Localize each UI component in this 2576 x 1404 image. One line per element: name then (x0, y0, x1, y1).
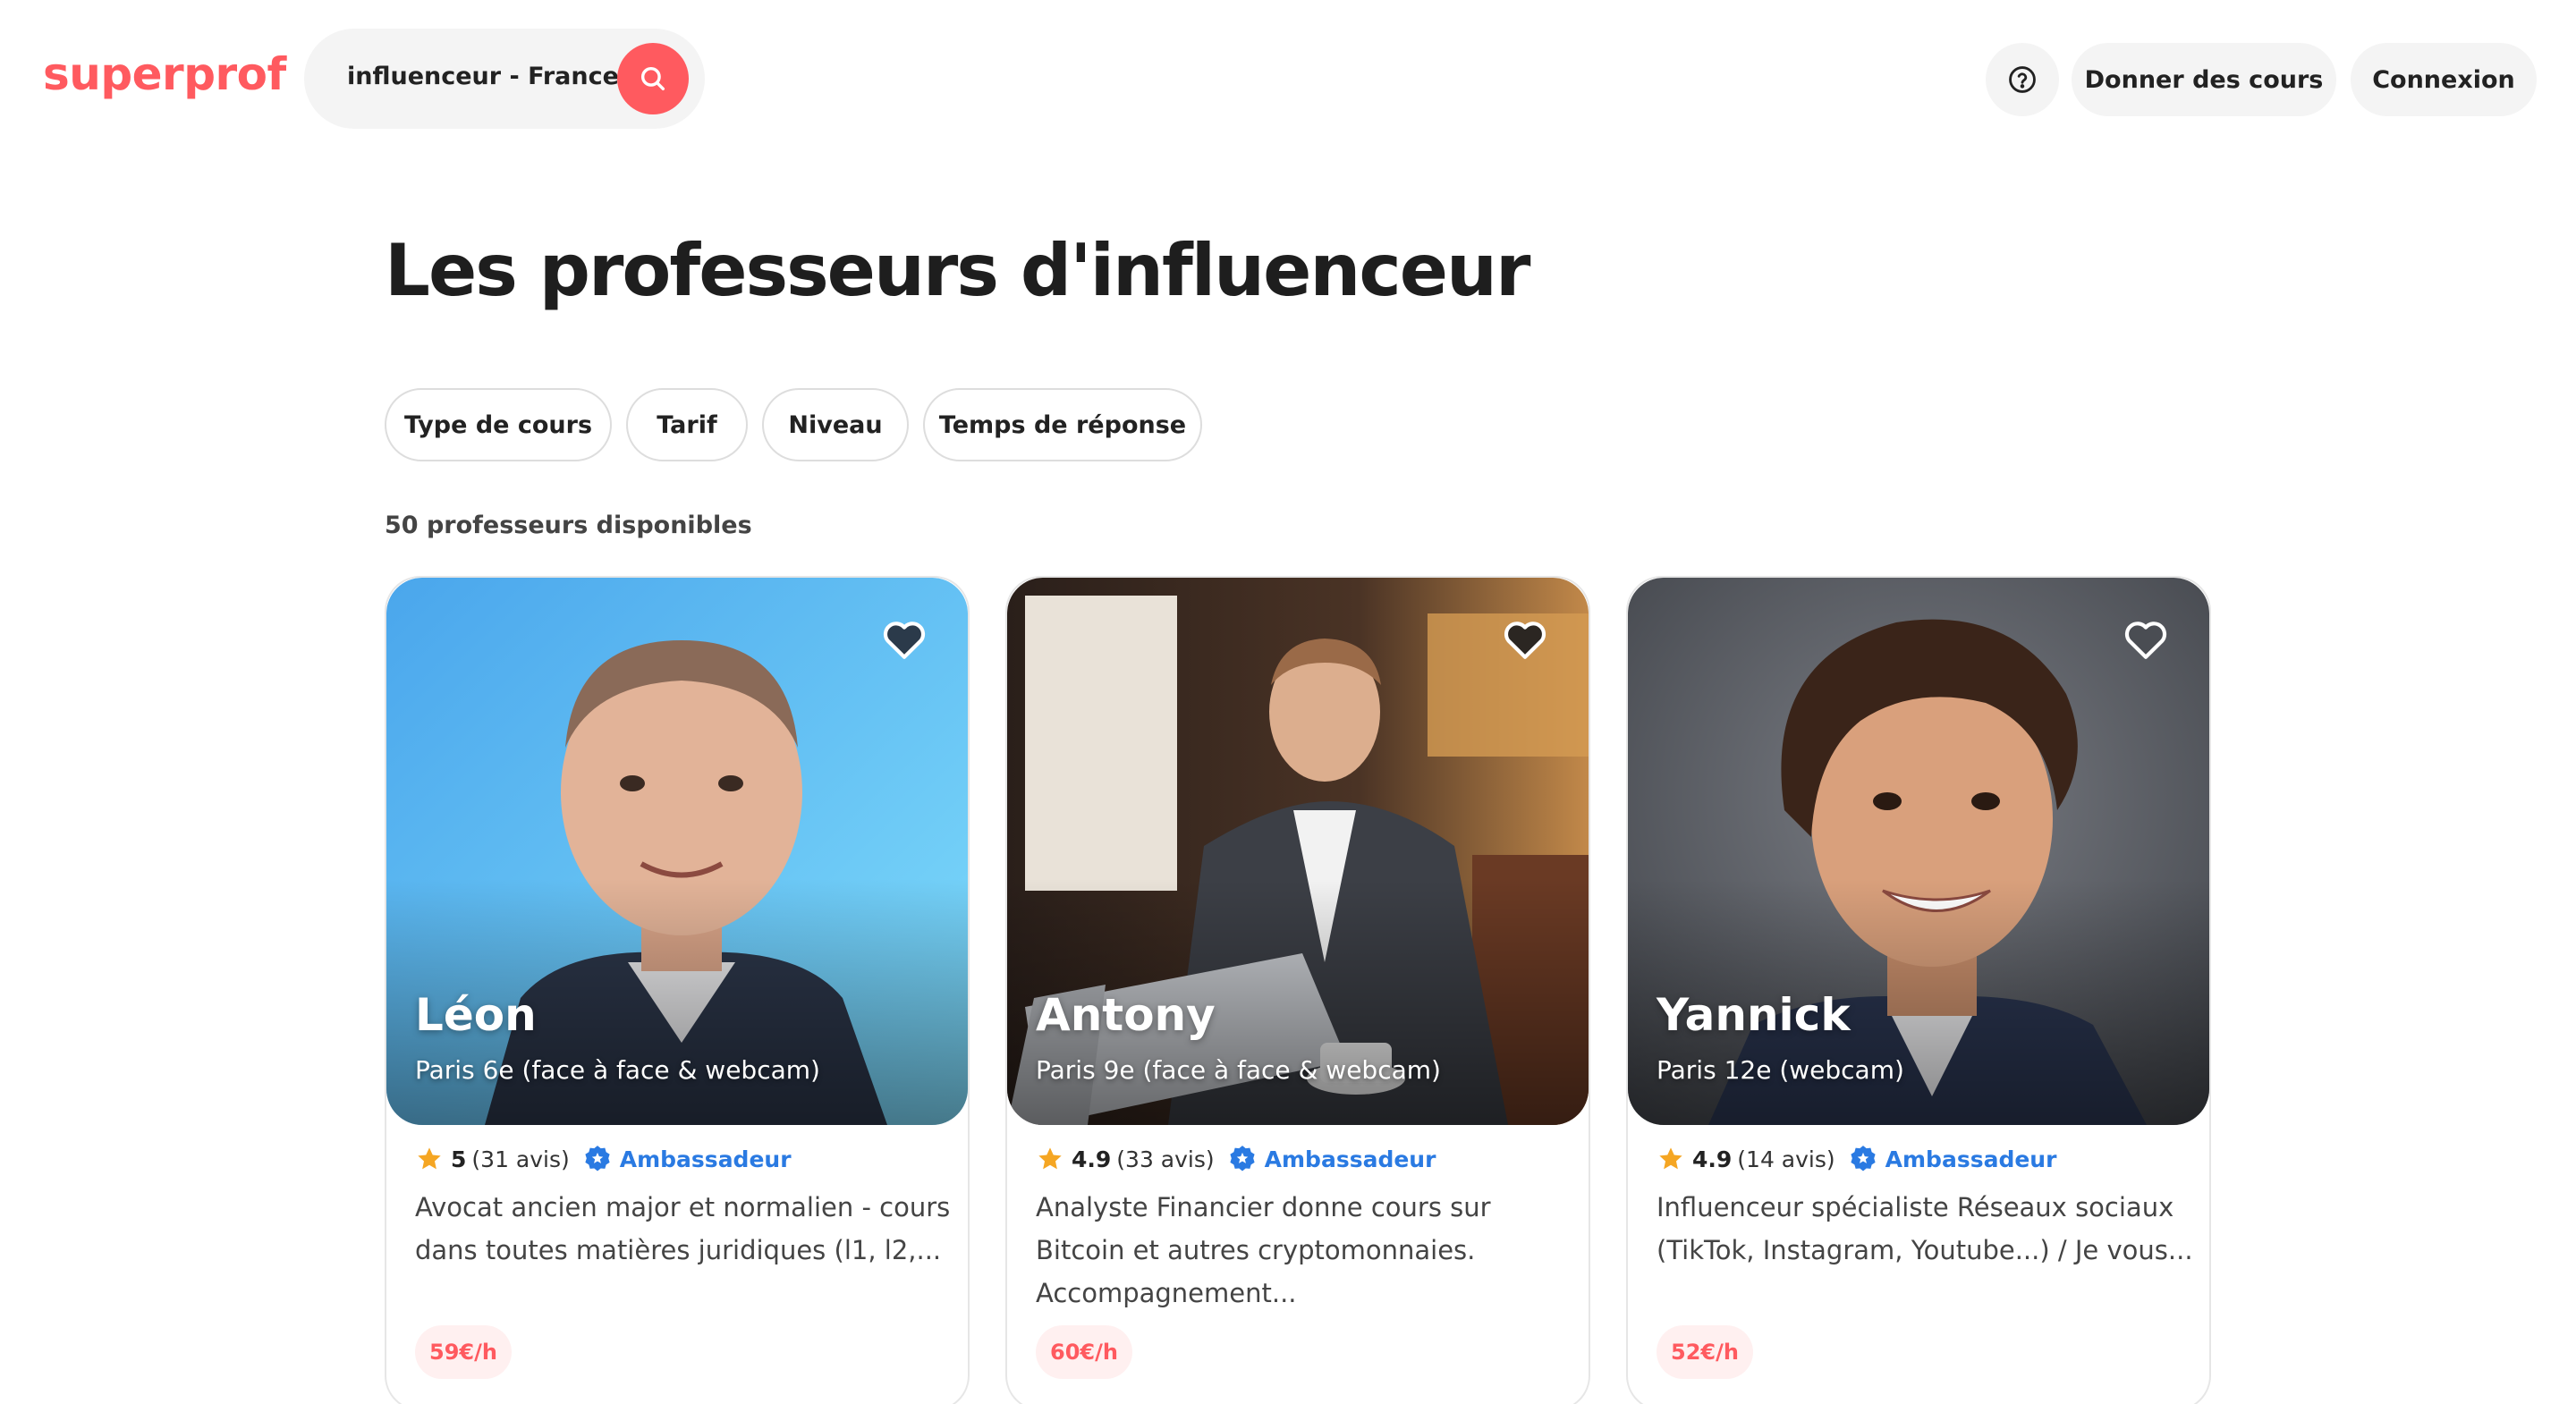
favorite-heart-icon[interactable] (1503, 619, 1547, 660)
review-count: (31 avis) (471, 1146, 570, 1172)
filter-course-type[interactable]: Type de cours (385, 388, 612, 461)
star-icon (1038, 1147, 1062, 1170)
teacher-location: Paris 6e (face à face & webcam) (415, 1055, 820, 1085)
teacher-card[interactable]: Léon Paris 6e (face à face & webcam) 5 (… (385, 576, 970, 1404)
teacher-photo: Yannick Paris 12e (webcam) (1628, 578, 2209, 1125)
page-title: Les professeurs d'influenceur (385, 229, 1530, 312)
ambassador-badge-icon (1230, 1146, 1255, 1171)
star-icon (418, 1147, 441, 1170)
teacher-name: Yannick (1657, 989, 1851, 1041)
review-count: (33 avis) (1116, 1146, 1215, 1172)
teacher-photo: Antony Paris 9e (face à face & webcam) (1007, 578, 1589, 1125)
search-input[interactable]: influenceur - France (347, 63, 619, 90)
search-bar[interactable]: influenceur - France (304, 29, 705, 129)
give-lessons-button[interactable]: Donner des cours (2072, 43, 2336, 116)
filter-price[interactable]: Tarif (626, 388, 748, 461)
price-tag: 52€/h (1657, 1325, 1753, 1379)
teacher-card[interactable]: Yannick Paris 12e (webcam) 4.9 (14 avis)… (1626, 576, 2211, 1404)
teacher-description: Analyste Financier donne cours sur Bitco… (1036, 1192, 1491, 1308)
search-button[interactable] (617, 43, 689, 114)
rating-row: 4.9 (14 avis) Ambassadeur (1657, 1141, 2056, 1177)
rating-score: 4.9 (1692, 1146, 1733, 1172)
favorite-heart-icon[interactable] (882, 619, 927, 660)
price-tag: 60€/h (1036, 1325, 1132, 1379)
review-count: (14 avis) (1737, 1146, 1835, 1172)
teacher-location: Paris 9e (face à face & webcam) (1036, 1055, 1441, 1085)
question-circle-icon (2009, 66, 2036, 93)
teacher-description: Influenceur spécialiste Réseaux sociaux … (1657, 1192, 2193, 1265)
rating-score: 4.9 (1072, 1146, 1112, 1172)
star-icon (1659, 1147, 1682, 1170)
superprof-logo[interactable]: superprof (43, 48, 286, 100)
teacher-location: Paris 12e (webcam) (1657, 1055, 1904, 1085)
ambassador-badge: Ambassadeur (1264, 1146, 1436, 1172)
rating-row: 4.9 (33 avis) Ambassadeur (1036, 1141, 1436, 1177)
ambassador-badge-icon (585, 1146, 610, 1171)
teacher-name: Léon (415, 989, 537, 1041)
help-button[interactable] (1986, 43, 2059, 116)
ambassador-badge-icon (1851, 1146, 1876, 1171)
teacher-card[interactable]: Antony Paris 9e (face à face & webcam) 4… (1005, 576, 1590, 1404)
teacher-description: Avocat ancien major et normalien - cours… (415, 1192, 951, 1265)
filter-level[interactable]: Niveau (762, 388, 909, 461)
search-icon (640, 66, 665, 91)
ambassador-badge: Ambassadeur (619, 1146, 792, 1172)
teacher-name: Antony (1036, 989, 1216, 1041)
ambassador-badge: Ambassadeur (1885, 1146, 2057, 1172)
price-tag: 59€/h (415, 1325, 512, 1379)
filter-bar: Type de cours Tarif Niveau Temps de répo… (385, 388, 1216, 461)
favorite-heart-icon[interactable] (2123, 619, 2168, 660)
result-count: 50 professeurs disponibles (385, 512, 752, 539)
page: superprof influenceur - France Donner de… (0, 0, 2576, 1404)
filter-response-time[interactable]: Temps de réponse (923, 388, 1202, 461)
rating-score: 5 (451, 1146, 467, 1172)
login-button[interactable]: Connexion (2351, 43, 2537, 116)
teacher-photo: Léon Paris 6e (face à face & webcam) (386, 578, 968, 1125)
rating-row: 5 (31 avis) Ambassadeur (415, 1141, 792, 1177)
